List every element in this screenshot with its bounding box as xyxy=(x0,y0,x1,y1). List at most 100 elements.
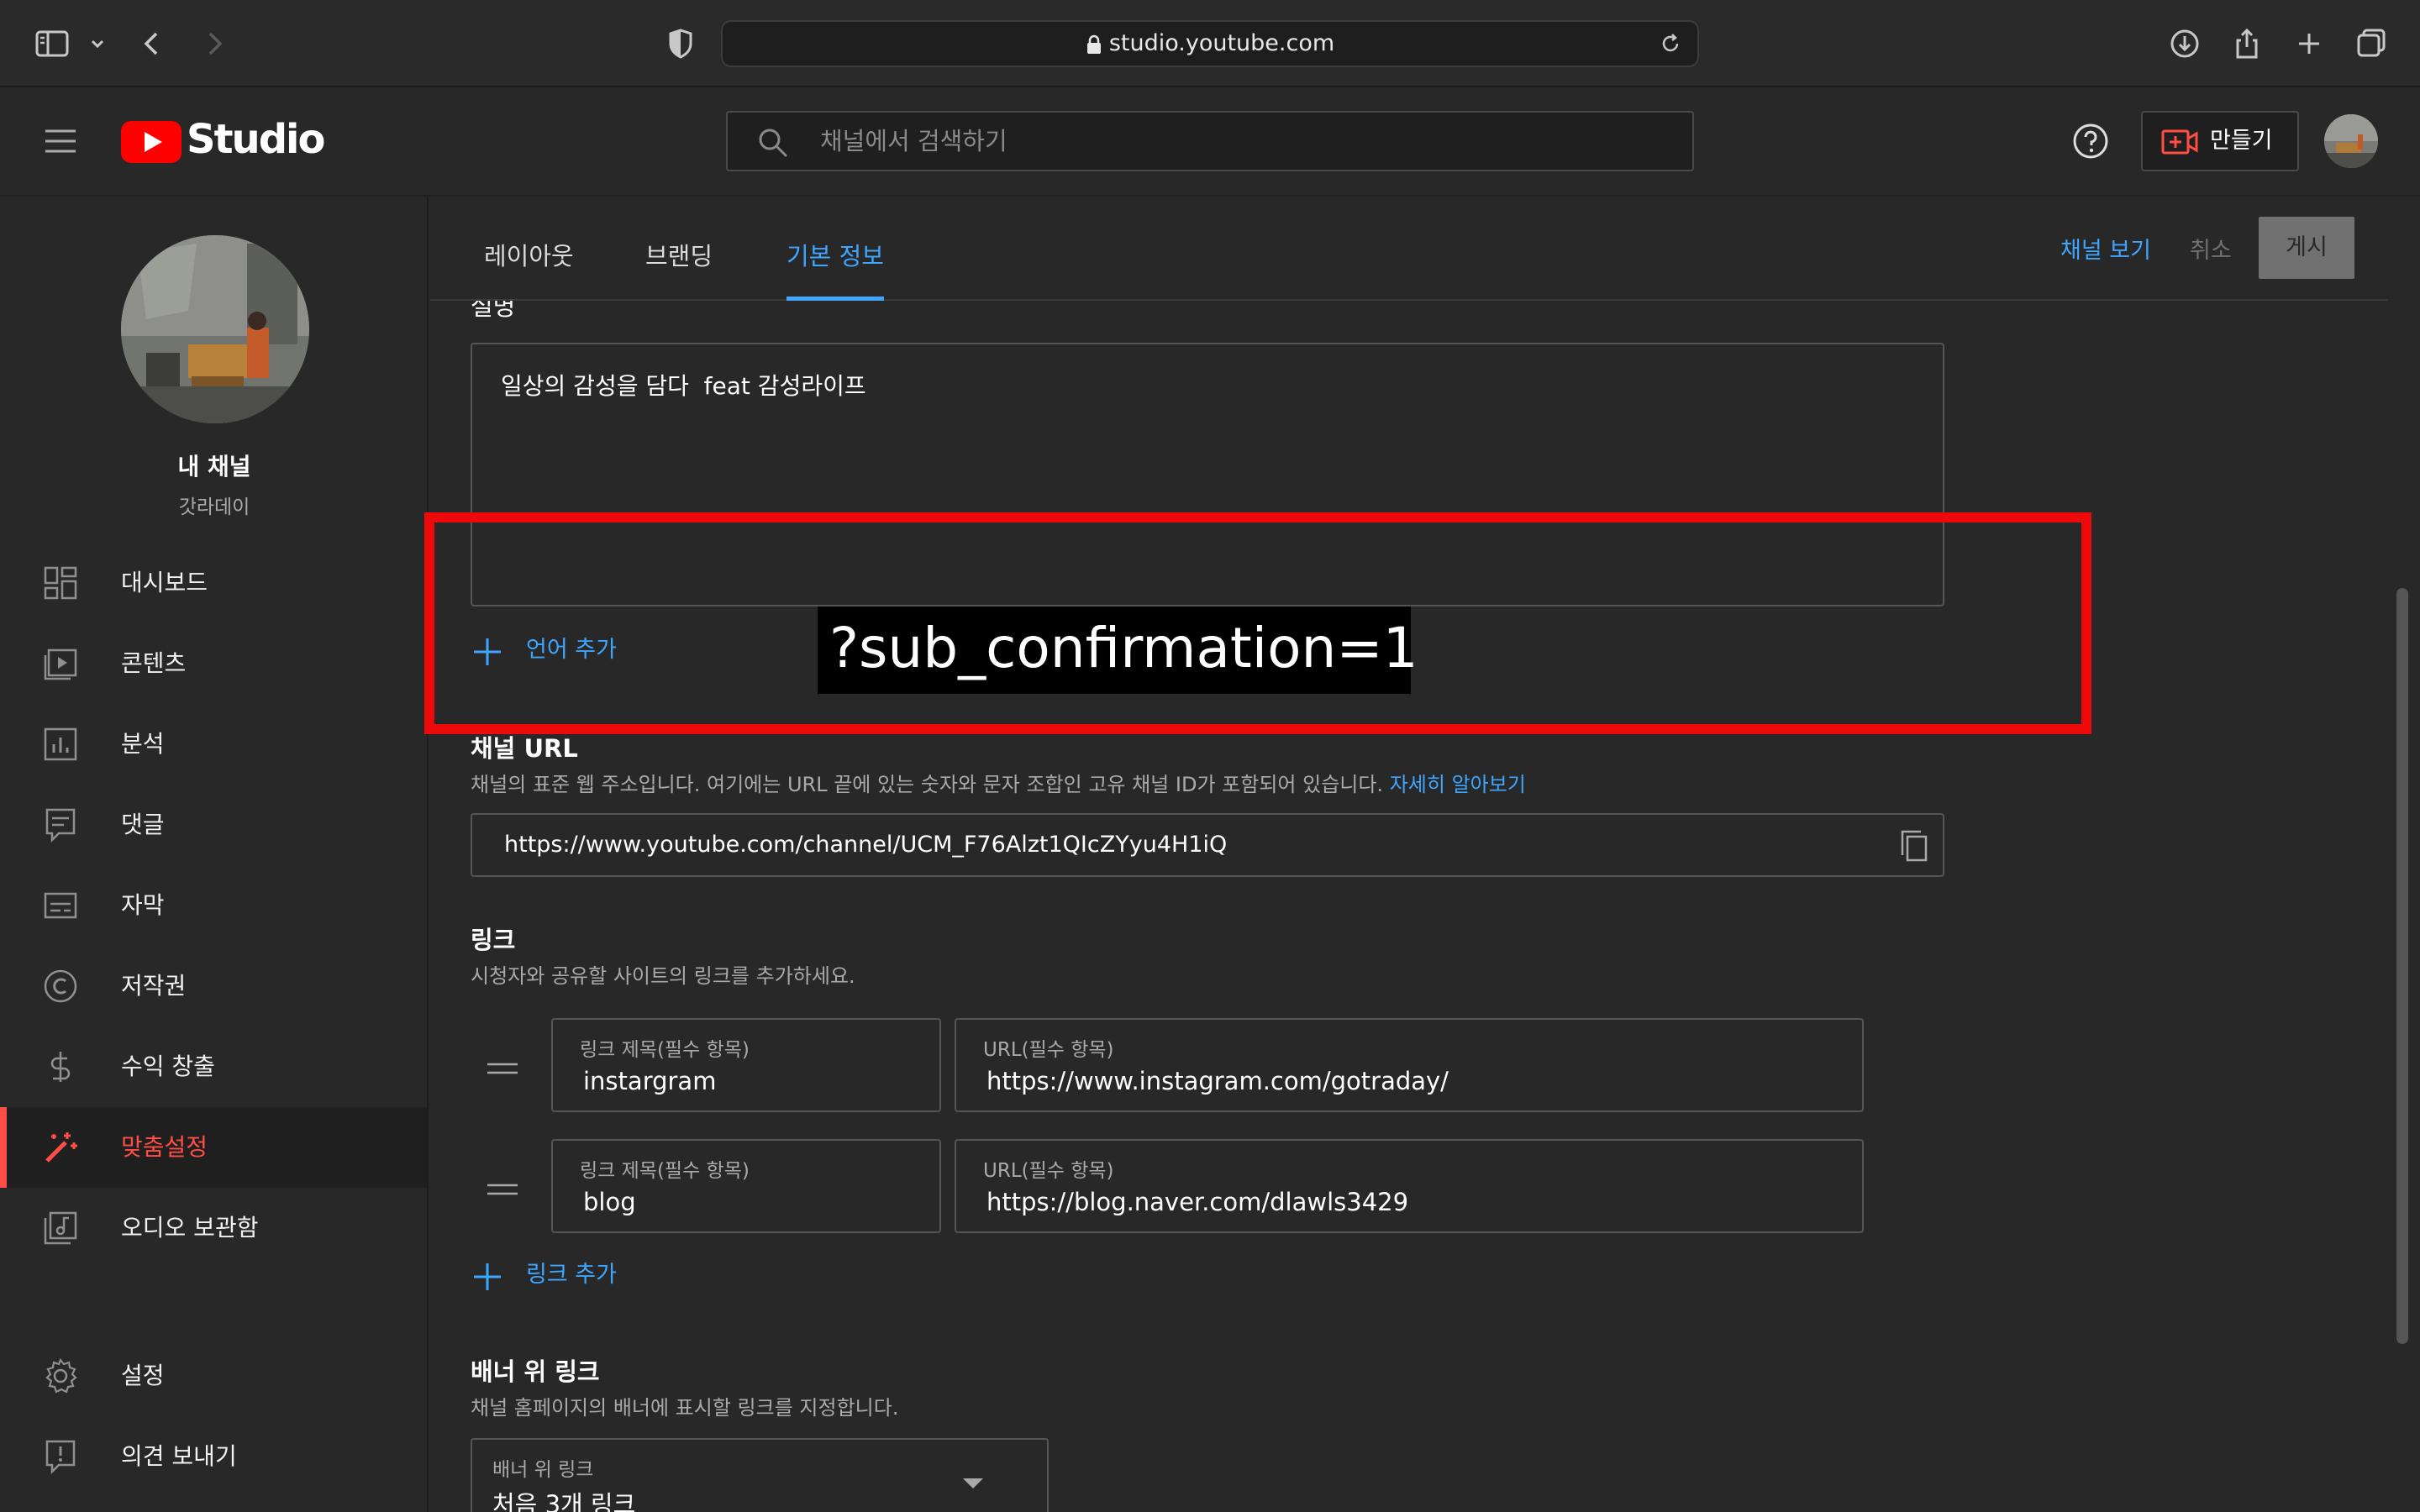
sidebar-item-label: 의견 보내기 xyxy=(121,1442,237,1470)
channel-url-description: 채널의 표준 웹 주소입니다. 여기에는 URL 끝에 있는 숫자와 문자 조합… xyxy=(471,768,1526,797)
link-url-input[interactable] xyxy=(986,1067,1802,1095)
sidebar-item-dashboard[interactable]: 대시보드 xyxy=(0,543,427,623)
new-tab-icon[interactable] xyxy=(2289,24,2329,64)
magic-wand-icon xyxy=(42,1129,79,1166)
search-input[interactable] xyxy=(820,113,1660,170)
subscription-parameter-overlay: ?sub_confirmation=1 xyxy=(818,606,1418,694)
sidebar-item-content[interactable]: 콘텐츠 xyxy=(0,623,427,704)
sidebar-item-label: 수익 창출 xyxy=(121,1053,215,1080)
links-description: 시청자와 공유할 사이트의 링크를 추가하세요. xyxy=(471,964,855,988)
tab-branding[interactable]: 브랜딩 xyxy=(645,197,713,301)
studio-logo-text[interactable]: Studio xyxy=(187,116,325,163)
tab-layout[interactable]: 레이아웃 xyxy=(484,197,574,301)
banner-links-select[interactable]: 배너 위 링크 처음 3개 링크 xyxy=(471,1438,1049,1512)
feedback-icon xyxy=(42,1438,79,1475)
browser-toolbar: studio.youtube.com xyxy=(0,0,2420,87)
sidebar-item-copyright[interactable]: 저작권 xyxy=(0,946,427,1026)
sidebar-item-label: 댓글 xyxy=(121,811,165,838)
add-link-row[interactable]: 링크 추가 xyxy=(472,1257,674,1294)
channel-name: 내 채널 xyxy=(177,453,251,480)
privacy-shield-icon[interactable] xyxy=(660,24,701,64)
download-icon[interactable] xyxy=(2165,24,2205,64)
analytics-icon xyxy=(42,726,79,763)
sidebar-item-label: 콘텐츠 xyxy=(121,649,187,677)
copy-icon[interactable] xyxy=(1899,830,1929,864)
create-button[interactable]: 만들기 xyxy=(2141,111,2299,171)
dollar-icon xyxy=(42,1048,79,1085)
drag-handle-icon[interactable] xyxy=(487,1062,518,1075)
tabs-bar: 레이아웃 브랜딩 기본 정보 채널 보기 취소 게시 xyxy=(430,197,2388,301)
sidebar-item-feedback[interactable]: 의견 보내기 xyxy=(0,1416,427,1497)
link-title-label: 링크 제목(필수 항목) xyxy=(580,1039,750,1061)
forward-icon[interactable] xyxy=(193,24,234,64)
content-icon xyxy=(42,645,79,682)
sidebar-item-settings[interactable]: 설정 xyxy=(0,1336,427,1416)
banner-select-label: 배너 위 링크 xyxy=(492,1459,594,1481)
account-avatar[interactable] xyxy=(2324,114,2378,168)
sidebar-item-analytics[interactable]: 분석 xyxy=(0,704,427,785)
sidebar-item-label: 대시보드 xyxy=(121,569,208,596)
banner-links-title: 배너 위 링크 xyxy=(471,1357,600,1386)
link-title-input[interactable] xyxy=(583,1188,931,1216)
sidebar-item-audio-library[interactable]: 오디오 보관함 xyxy=(0,1188,427,1268)
links-title: 링크 xyxy=(471,926,516,954)
sidebar-item-monetization[interactable]: 수익 창출 xyxy=(0,1026,427,1107)
description-text: 일상의 감성을 담다 feat 감성라이프 xyxy=(501,372,866,400)
comments-icon xyxy=(42,806,79,843)
sidebar-item-label: 자막 xyxy=(121,891,165,919)
create-video-icon xyxy=(2161,128,2198,156)
sidebar: 내 채널 갓라데이 대시보드 콘텐츠 분석 댓글 자막 저작권 수익 창출 맞춤… xyxy=(0,197,429,1512)
add-link-label: 링크 추가 xyxy=(526,1262,617,1288)
menu-icon[interactable] xyxy=(42,123,79,160)
link-title-input[interactable] xyxy=(583,1067,931,1095)
search-box[interactable] xyxy=(726,111,1694,171)
banner-links-description: 채널 홈페이지의 배너에 표시할 링크를 지정합니다. xyxy=(471,1396,899,1420)
reload-icon[interactable] xyxy=(1657,30,1684,57)
sidebar-toggle-icon[interactable] xyxy=(32,24,72,64)
scrollbar[interactable] xyxy=(2396,588,2408,1344)
address-text: studio.youtube.com xyxy=(1108,30,1335,56)
sidebar-item-comments[interactable]: 댓글 xyxy=(0,785,427,865)
link-title-field[interactable]: 링크 제목(필수 항목) xyxy=(551,1139,941,1233)
address-bar[interactable]: studio.youtube.com xyxy=(721,20,1699,67)
tab-basic-info[interactable]: 기본 정보 xyxy=(786,197,884,301)
dropdown-arrow-icon xyxy=(961,1477,985,1490)
channel-url-title: 채널 URL xyxy=(471,734,578,763)
link-title-field[interactable]: 링크 제목(필수 항목) xyxy=(551,1018,941,1112)
main-content: 설명 레이아웃 브랜딩 기본 정보 채널 보기 취소 게시 일상의 감성을 담다… xyxy=(430,197,2420,1512)
learn-more-link[interactable]: 자세히 알아보기 xyxy=(1390,773,1526,796)
help-icon[interactable] xyxy=(2072,123,2109,160)
drag-handle-icon[interactable] xyxy=(487,1183,518,1196)
channel-url-field[interactable]: https://www.youtube.com/channel/UCM_F76A… xyxy=(471,813,1944,877)
cancel-button[interactable]: 취소 xyxy=(2190,232,2232,265)
sidebar-item-customization[interactable]: 맞춤설정 xyxy=(0,1107,427,1188)
sidebar-item-label: 저작권 xyxy=(121,972,187,1000)
plus-icon xyxy=(472,1262,502,1292)
link-url-field[interactable]: URL(필수 항목) xyxy=(955,1139,1864,1233)
channel-handle: 갓라데이 xyxy=(178,496,250,518)
subtitles-icon xyxy=(42,887,79,924)
sidebar-item-subtitles[interactable]: 자막 xyxy=(0,865,427,946)
link-url-field[interactable]: URL(필수 항목) xyxy=(955,1018,1864,1112)
share-icon[interactable] xyxy=(2227,24,2267,64)
back-icon[interactable] xyxy=(133,24,173,64)
dashboard-icon xyxy=(42,564,79,601)
link-url-input[interactable] xyxy=(986,1188,1802,1216)
sidebar-item-label: 맞춤설정 xyxy=(121,1133,208,1161)
subscription-parameter-text: ?sub_confirmation=1 xyxy=(829,616,1418,680)
create-label: 만들기 xyxy=(2210,128,2273,154)
sidebar-item-label: 오디오 보관함 xyxy=(121,1214,259,1242)
channel-url-description-text: 채널의 표준 웹 주소입니다. 여기에는 URL 끝에 있는 숫자와 문자 조합… xyxy=(471,773,1384,796)
view-channel-link[interactable]: 채널 보기 xyxy=(2060,232,2151,265)
search-icon xyxy=(756,126,790,160)
banner-select-value: 처음 3개 링크 xyxy=(492,1490,636,1512)
channel-avatar[interactable] xyxy=(121,235,309,423)
channel-url-value: https://www.youtube.com/channel/UCM_F76A… xyxy=(504,832,1228,858)
link-url-label: URL(필수 항목) xyxy=(983,1160,1114,1182)
gear-icon xyxy=(42,1357,79,1394)
youtube-logo-icon[interactable] xyxy=(121,121,182,163)
tab-overview-icon[interactable] xyxy=(2351,24,2391,64)
chevron-down-icon[interactable] xyxy=(77,24,118,64)
lock-icon xyxy=(1086,34,1102,55)
publish-button[interactable]: 게시 xyxy=(2259,217,2354,279)
